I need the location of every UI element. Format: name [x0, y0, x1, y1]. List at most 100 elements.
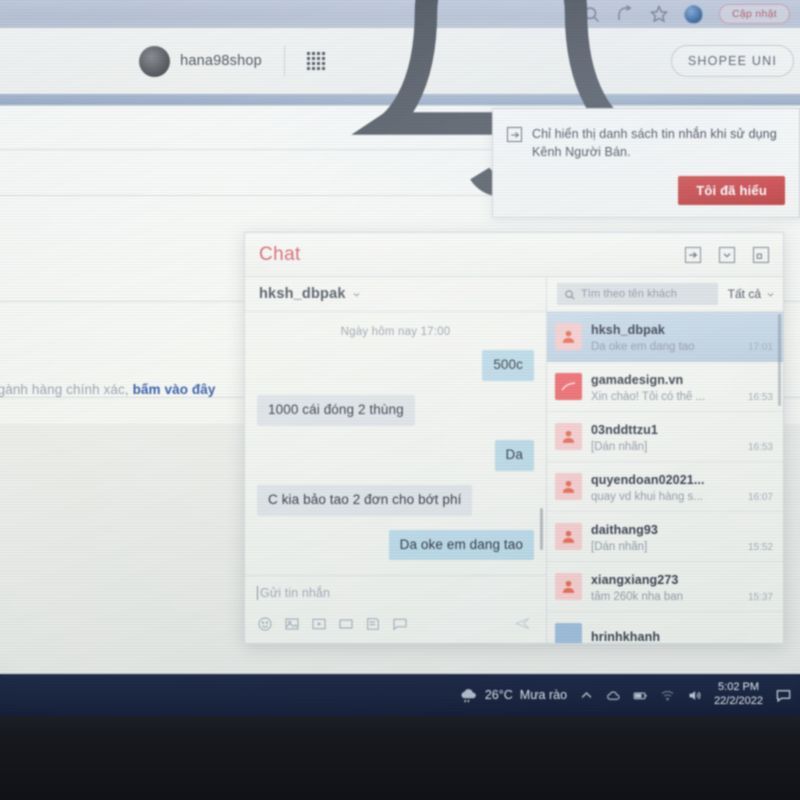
message-row: 500c — [257, 350, 534, 381]
brand-avatar-icon — [555, 373, 582, 400]
bookmark-star-icon[interactable] — [649, 5, 668, 23]
chat-window-actions — [685, 246, 769, 263]
search-input[interactable]: Tìm theo tên khách — [557, 283, 718, 305]
filter-label: Tất cả — [727, 287, 761, 301]
list-item-name: hksh_dbpak — [591, 322, 665, 337]
open-in-seller-channel-icon[interactable] — [685, 246, 701, 263]
taskbar-clock[interactable]: 5:02 PM 22/2/2022 — [714, 681, 763, 709]
message-list: Ngày hôm nay 17:00 500c 1000 cái đóng 2 … — [245, 312, 546, 575]
list-item-name: quyendoan02021... — [591, 472, 705, 487]
weather-widget[interactable]: 26°C Mưa rào — [458, 687, 567, 703]
list-item-time: 16:53 — [747, 391, 773, 403]
message-scrollbar[interactable] — [540, 508, 543, 550]
day-stamp: Ngày hôm nay 17:00 — [340, 326, 451, 338]
chat-widget: Chat hksh_dbpak Ngày hôm nay 17:00 500c … — [244, 232, 784, 644]
list-item-body: hksh_dbpak Da oke em dang tao 17:01 — [591, 321, 773, 353]
list-item-time: 15:37 — [747, 591, 773, 603]
cloud-rain-icon — [458, 687, 478, 703]
conversation-panel: hksh_dbpak Ngày hôm nay 17:00 500c 1000 … — [245, 277, 547, 643]
emoji-icon[interactable] — [257, 616, 273, 632]
list-item-body: daithang93 [Dán nhãn] 15:52 — [591, 521, 773, 553]
collapse-icon[interactable] — [719, 246, 735, 263]
list-item-time: 16:07 — [747, 491, 773, 503]
conversation-list[interactable]: hksh_dbpak Da oke em dang tao 17:01 gama… — [547, 312, 783, 643]
list-item-preview: Xin chào! Tôi có thể ... — [591, 390, 706, 403]
message-row: C kia bảo tao 2 đơn cho bớt phí — [257, 484, 534, 516]
chevron-down-icon[interactable] — [352, 290, 361, 299]
list-item-body: xiangxiang273 tầm 260k nha ban 15:37 — [591, 571, 773, 603]
list-item[interactable]: 03nddttzu1 [Dán nhãn] 16:53 — [547, 412, 783, 462]
conversation-filter-dropdown[interactable]: Tất cả — [724, 287, 775, 301]
onedrive-icon[interactable] — [606, 688, 621, 703]
list-item-name: 03nddttzu1 — [591, 422, 658, 437]
laptop-photo: ngành hàng chính xác, bấm vào đây Cập nh… — [0, 0, 800, 800]
volume-icon[interactable] — [687, 688, 702, 703]
battery-icon[interactable] — [633, 688, 648, 703]
user-avatar-icon — [555, 473, 582, 500]
message-bubble[interactable]: Da — [494, 439, 534, 471]
list-item-time: 15:52 — [747, 541, 773, 553]
message-bubble[interactable]: 500c — [482, 350, 534, 381]
user-avatar-icon — [555, 573, 582, 600]
shop-name: hana98shop — [180, 53, 262, 69]
list-item-body: 03nddttzu1 [Dán nhãn] 16:53 — [591, 421, 773, 453]
minimize-icon[interactable] — [753, 246, 769, 263]
list-item[interactable]: hrinhkhanh — [547, 612, 783, 643]
list-item[interactable]: xiangxiang273 tầm 260k nha ban 15:37 — [547, 562, 783, 612]
search-icon — [564, 289, 575, 300]
video-icon[interactable] — [311, 616, 327, 632]
browser-update-button[interactable]: Cập nhật — [718, 4, 790, 24]
category-notice-link[interactable]: bấm vào đây — [133, 382, 216, 397]
list-item-time: 16:53 — [747, 441, 773, 453]
chevron-down-icon — [766, 290, 775, 299]
notice-acknowledge-button[interactable]: Tôi đã hiểu — [678, 176, 785, 205]
conversation-list-scrollbar[interactable] — [778, 314, 781, 406]
list-item-name: hrinhkhanh — [591, 629, 661, 644]
temperature: 26°C — [484, 688, 513, 702]
chat-title-bar: Chat — [245, 233, 783, 277]
site-header: hana98shop 99+ SHOPEE UNI — [0, 0, 800, 197]
conversation-header[interactable]: hksh_dbpak — [245, 277, 546, 312]
voucher-icon[interactable] — [338, 616, 354, 632]
browser-profile-avatar[interactable] — [683, 4, 703, 24]
list-item-body: hrinhkhanh — [591, 628, 773, 644]
list-item[interactable]: quyendoan02021... quay vd khui hàng s...… — [547, 462, 783, 512]
wifi-icon[interactable] — [660, 688, 675, 703]
message-row: Da oke em dang tao — [257, 529, 534, 561]
weather-label: Mưa rào — [519, 688, 568, 702]
clock-time: 5:02 PM — [718, 681, 760, 694]
user-avatar-icon — [555, 523, 582, 550]
message-row: 1000 cái đóng 2 thùng — [257, 394, 534, 426]
chevron-up-icon[interactable] — [579, 688, 594, 703]
list-item-body: gamadesign.vn Xin chào! Tôi có thể ... 1… — [591, 371, 773, 403]
list-item-preview: Da oke em dang tao — [591, 340, 695, 353]
shop-account[interactable]: hana98shop — [139, 45, 262, 77]
message-composer: Gửi tin nhắn — [245, 575, 546, 643]
message-bubble[interactable]: C kia bảo tao 2 đơn cho bớt phí — [257, 484, 473, 516]
list-item-name: daithang93 — [591, 522, 658, 537]
image-icon[interactable] — [284, 616, 300, 632]
category-notice-text: ngành hàng chính xác, — [0, 382, 129, 397]
message-input[interactable]: Gửi tin nhắn — [257, 586, 330, 600]
message-bubble[interactable]: 1000 cái đóng 2 thùng — [257, 394, 415, 426]
laptop-bezel: DÆLL — [0, 716, 800, 800]
send-icon[interactable] — [513, 616, 532, 631]
list-item-name: xiangxiang273 — [591, 572, 679, 587]
list-item[interactable]: hksh_dbpak Da oke em dang tao 17:01 — [547, 312, 783, 362]
arrow-into-box-icon — [507, 127, 522, 142]
action-center-icon[interactable] — [775, 688, 792, 703]
clock-date: 22/2/2022 — [714, 695, 763, 707]
message-bubble[interactable]: Da oke em dang tao — [388, 529, 534, 561]
order-note-icon[interactable] — [365, 616, 381, 632]
header-divider — [283, 46, 285, 76]
list-item-preview: [Dán nhãn] — [591, 440, 648, 453]
shopee-uni-button[interactable]: SHOPEE UNI — [670, 45, 794, 77]
seller-channel-notice: Chỉ hiển thị danh sách tin nhắn khi sử d… — [492, 108, 800, 218]
chat-body: hksh_dbpak Ngày hôm nay 17:00 500c 1000 … — [245, 277, 783, 643]
list-item-name: gamadesign.vn — [591, 372, 684, 387]
grid-apps-icon[interactable] — [306, 52, 325, 70]
list-item[interactable]: daithang93 [Dán nhãn] 15:52 — [547, 512, 783, 562]
laptop-screen: ngành hàng chính xác, bấm vào đây Cập nh… — [0, 0, 800, 716]
quick-reply-icon[interactable] — [392, 616, 408, 632]
list-item[interactable]: gamadesign.vn Xin chào! Tôi có thể ... 1… — [547, 362, 783, 412]
